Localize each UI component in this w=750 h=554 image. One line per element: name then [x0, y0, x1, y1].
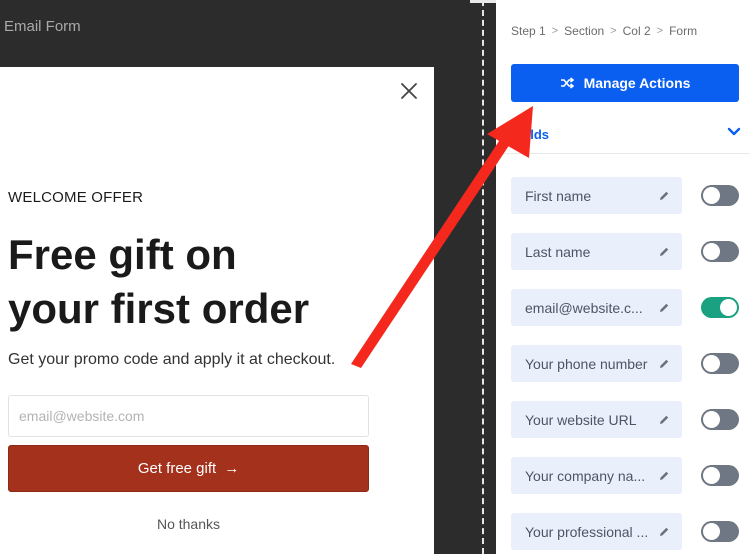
popup-subtext: Get your promo code and apply it at chec…	[8, 351, 336, 368]
field-toggle[interactable]	[701, 521, 739, 542]
field-row-first-name: First name	[511, 177, 739, 214]
popup-headline: Free gift on your first order	[8, 228, 428, 336]
headline-line-1: Free gift on	[8, 231, 237, 278]
breadcrumb-separator: >	[610, 25, 617, 37]
field-toggle[interactable]	[701, 241, 739, 262]
field-label: email@website.c...	[525, 299, 643, 316]
headline-line-2: your first order	[8, 285, 310, 332]
field-row-company: Your company na...	[511, 457, 739, 494]
fields-section-label: elds	[523, 127, 550, 142]
breadcrumb-col[interactable]: Col 2	[623, 24, 651, 38]
field-row-phone: Your phone number	[511, 345, 739, 382]
toggle-knob	[703, 187, 720, 204]
pencil-icon[interactable]	[658, 526, 670, 538]
breadcrumb-separator: >	[656, 25, 664, 37]
field-label: Last name	[525, 243, 591, 260]
breadcrumb-form[interactable]: Form	[669, 24, 697, 38]
field-row-professional: Your professional ...	[511, 513, 739, 550]
toggle-knob	[703, 523, 720, 540]
field-toggle[interactable]	[701, 465, 739, 486]
field-toggle[interactable]	[701, 353, 739, 374]
field-company[interactable]: Your company na...	[511, 457, 682, 494]
chevron-down-icon	[727, 127, 741, 136]
field-label: Your phone number	[525, 355, 648, 372]
field-toggle[interactable]	[701, 297, 739, 318]
field-row-email: email@website.c...	[511, 289, 739, 326]
field-toggle[interactable]	[701, 185, 739, 206]
field-phone[interactable]: Your phone number	[511, 345, 682, 382]
field-label: Your website URL	[525, 411, 637, 428]
field-email[interactable]: email@website.c...	[511, 289, 682, 326]
arrow-right-icon: →	[224, 460, 240, 477]
manage-actions-label: Manage Actions	[583, 75, 691, 91]
toggle-knob	[703, 243, 720, 260]
field-row-website: Your website URL	[511, 401, 739, 438]
field-professional[interactable]: Your professional ...	[511, 513, 682, 550]
field-label: First name	[525, 187, 592, 204]
email-input[interactable]	[8, 395, 369, 437]
pencil-icon[interactable]	[658, 246, 670, 258]
pencil-icon[interactable]	[658, 302, 670, 314]
canvas-title: Email Form	[4, 18, 81, 35]
field-last-name[interactable]: Last name	[511, 233, 682, 270]
field-first-name[interactable]: First name	[511, 177, 682, 214]
toggle-knob	[720, 299, 737, 316]
popup-eyebrow: WELCOME OFFER	[8, 189, 144, 206]
breadcrumb-step[interactable]: Step 1	[511, 24, 546, 38]
pencil-icon[interactable]	[658, 358, 670, 370]
close-icon[interactable]	[398, 80, 420, 102]
settings-panel: Step 1 > Section > Col 2 > Form Manage A…	[496, 0, 750, 554]
pencil-icon[interactable]	[658, 190, 670, 202]
field-label: Your professional ...	[525, 523, 649, 540]
field-row-last-name: Last name	[511, 233, 739, 270]
breadcrumb: Step 1 > Section > Col 2 > Form	[511, 24, 697, 38]
breadcrumb-section[interactable]: Section	[564, 24, 604, 38]
shuffle-icon	[560, 77, 574, 89]
pencil-icon[interactable]	[658, 414, 670, 426]
toggle-knob	[703, 411, 720, 428]
section-divider	[496, 153, 750, 154]
toggle-knob	[703, 467, 720, 484]
toggle-knob	[703, 355, 720, 372]
breadcrumb-separator: >	[551, 25, 559, 37]
field-toggle[interactable]	[701, 409, 739, 430]
pencil-icon[interactable]	[658, 470, 670, 482]
cta-label: Get free gift	[137, 460, 217, 477]
field-website[interactable]: Your website URL	[511, 401, 682, 438]
no-thanks-link[interactable]: No thanks	[0, 516, 377, 532]
column-divider-dashed	[482, 0, 484, 554]
manage-actions-button[interactable]: Manage Actions	[511, 64, 739, 102]
field-label: Your company na...	[525, 467, 646, 484]
get-free-gift-button[interactable]: Get free gift →	[8, 445, 369, 492]
editor-canvas: Email Form WELCOME OFFER Free gift on yo…	[0, 0, 496, 554]
fields-section-header[interactable]: elds	[511, 122, 741, 146]
